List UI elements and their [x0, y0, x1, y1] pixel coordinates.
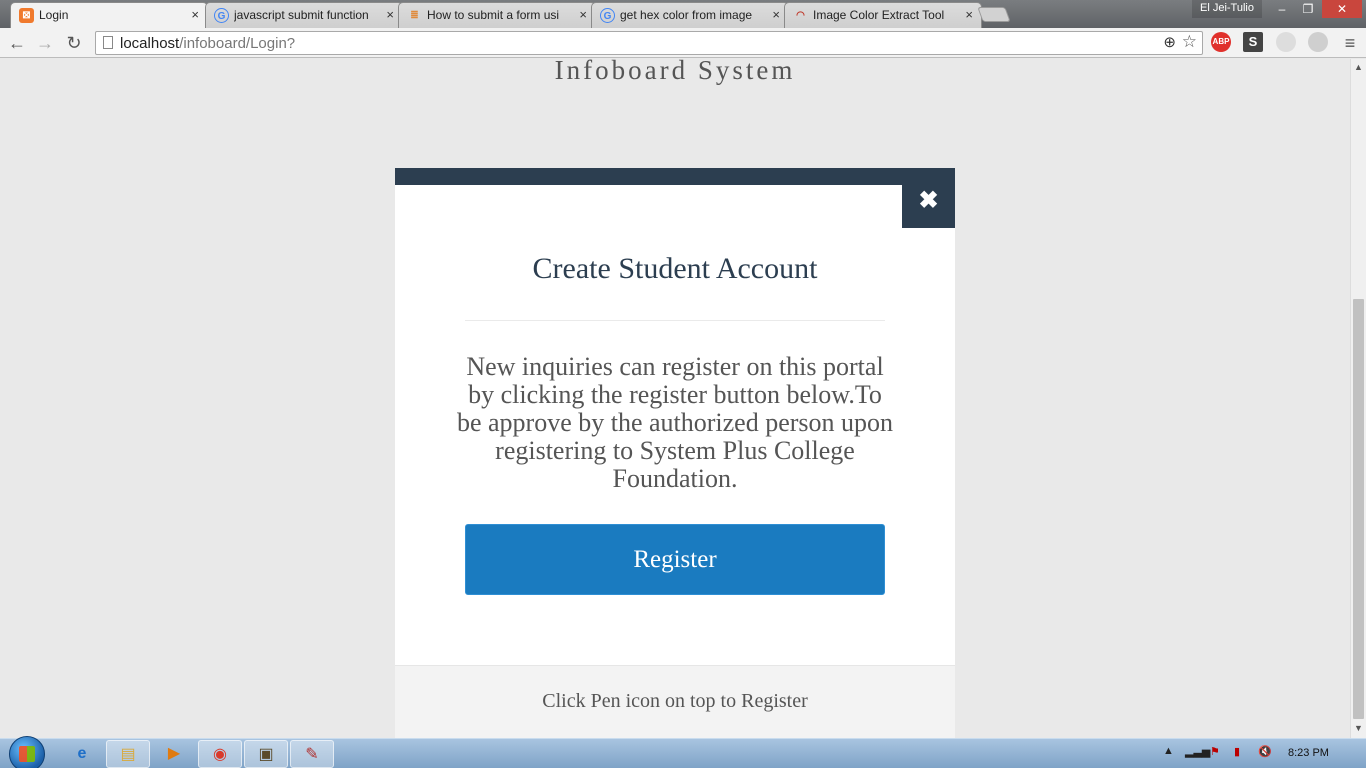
- minimize-button[interactable]: –: [1270, 0, 1294, 18]
- scroll-up-arrow-icon[interactable]: ▲: [1354, 62, 1363, 72]
- address-bar[interactable]: localhost/infoboard/Login? ⊕ ☆: [95, 31, 1203, 55]
- browser-toolbar: ← → ↻ localhost/infoboard/Login? ⊕ ☆ ABP…: [0, 28, 1366, 58]
- profile-name[interactable]: El Jei-Tulio: [1192, 0, 1262, 18]
- scroll-down-arrow-icon[interactable]: ▼: [1354, 723, 1363, 733]
- tab-title: get hex color from image: [620, 8, 753, 22]
- modal-description: New inquiries can register on this porta…: [456, 352, 894, 493]
- url-text[interactable]: localhost/infoboard/Login?: [120, 35, 295, 52]
- windows-taskbar: e ▤ ▶ ◉ ▣ ✎ ▲ ▂▃▅ ⚑ ▮ 🔇 8:23 PM: [0, 736, 1366, 768]
- action-center-icon[interactable]: ⚑: [1210, 745, 1220, 758]
- tab-close-icon[interactable]: ×: [386, 7, 394, 22]
- tab-title: Login: [39, 8, 69, 22]
- close-window-button[interactable]: ✕: [1322, 0, 1362, 18]
- file-explorer-icon[interactable]: ▤: [106, 740, 150, 768]
- tab-title: How to submit a form usi: [427, 8, 560, 22]
- reload-icon[interactable]: ↻: [64, 33, 84, 53]
- tab-close-icon[interactable]: ×: [965, 7, 973, 22]
- stackoverflow-icon: ≣: [410, 10, 419, 21]
- adblock-icon[interactable]: ABP: [1211, 32, 1231, 52]
- page-icon: [103, 36, 113, 49]
- google-icon: G: [214, 8, 229, 23]
- back-arrow-icon[interactable]: ←: [7, 33, 27, 53]
- new-tab-button[interactable]: [977, 7, 1011, 22]
- modal-title: Create Student Account: [532, 252, 818, 285]
- network-signal-icon[interactable]: ▂▃▅: [1185, 745, 1210, 758]
- register-button[interactable]: Register: [465, 524, 885, 595]
- menu-icon[interactable]: ≡: [1340, 33, 1360, 53]
- restore-button[interactable]: ❐: [1296, 0, 1320, 18]
- windows-logo-icon: [19, 746, 35, 762]
- start-button[interactable]: [9, 736, 45, 768]
- browser-tab-bar: ⊠ Login × G javascript submit function ×…: [0, 0, 1366, 28]
- tab-close-icon[interactable]: ×: [191, 7, 199, 22]
- forward-arrow-icon[interactable]: →: [35, 33, 55, 53]
- power-icon[interactable]: ▮: [1234, 745, 1240, 758]
- taskbar-clock[interactable]: 8:23 PM: [1288, 747, 1329, 759]
- colortool-icon: ◠: [796, 10, 805, 21]
- internet-explorer-icon[interactable]: e: [60, 740, 104, 768]
- footer-hint: Click Pen icon on top to Register: [542, 690, 808, 712]
- tray-expand-icon[interactable]: ▲: [1163, 745, 1174, 757]
- extension-circle-icon[interactable]: [1276, 32, 1296, 52]
- tab-close-icon[interactable]: ×: [772, 7, 780, 22]
- tab-title: Image Color Extract Tool: [813, 8, 945, 22]
- volume-muted-icon[interactable]: 🔇: [1258, 745, 1272, 758]
- scrollbar-thumb[interactable]: [1353, 299, 1364, 719]
- google-icon: G: [600, 8, 615, 23]
- tab-stackoverflow[interactable]: ≣ How to submit a form usi ×: [398, 2, 596, 28]
- divider: [465, 320, 885, 321]
- chrome-icon[interactable]: ◉: [198, 740, 242, 768]
- close-icon[interactable]: ✖: [902, 168, 955, 228]
- paint-icon[interactable]: ✎: [290, 740, 334, 768]
- tab-javascript-submit[interactable]: G javascript submit function ×: [205, 2, 403, 28]
- bookmark-star-icon[interactable]: ☆: [1182, 32, 1197, 52]
- zoom-icon[interactable]: ⊕: [1163, 33, 1176, 51]
- tab-hex-color[interactable]: G get hex color from image ×: [591, 2, 789, 28]
- app-window-icon[interactable]: ▣: [244, 740, 288, 768]
- page-scrollbar[interactable]: ▲ ▼: [1350, 59, 1366, 738]
- site-title: Infoboard System: [554, 59, 796, 85]
- modal-footer: Click Pen icon on top to Register: [395, 665, 955, 738]
- xampp-icon: ⊠: [19, 8, 34, 23]
- page-content: Infoboard System ✖ Create Student Accoun…: [0, 59, 1350, 738]
- media-player-icon[interactable]: ▶: [152, 740, 196, 768]
- tab-login[interactable]: ⊠ Login ×: [10, 2, 208, 28]
- tab-title: javascript submit function: [234, 8, 369, 22]
- modal-header-bar: [395, 168, 955, 185]
- extension-globe-icon[interactable]: [1308, 32, 1328, 52]
- tab-close-icon[interactable]: ×: [579, 7, 587, 22]
- create-account-modal: ✖ Create Student Account New inquiries c…: [395, 168, 955, 738]
- extension-s-icon[interactable]: S: [1243, 32, 1263, 52]
- tab-color-extract[interactable]: ◠ Image Color Extract Tool ×: [784, 2, 982, 28]
